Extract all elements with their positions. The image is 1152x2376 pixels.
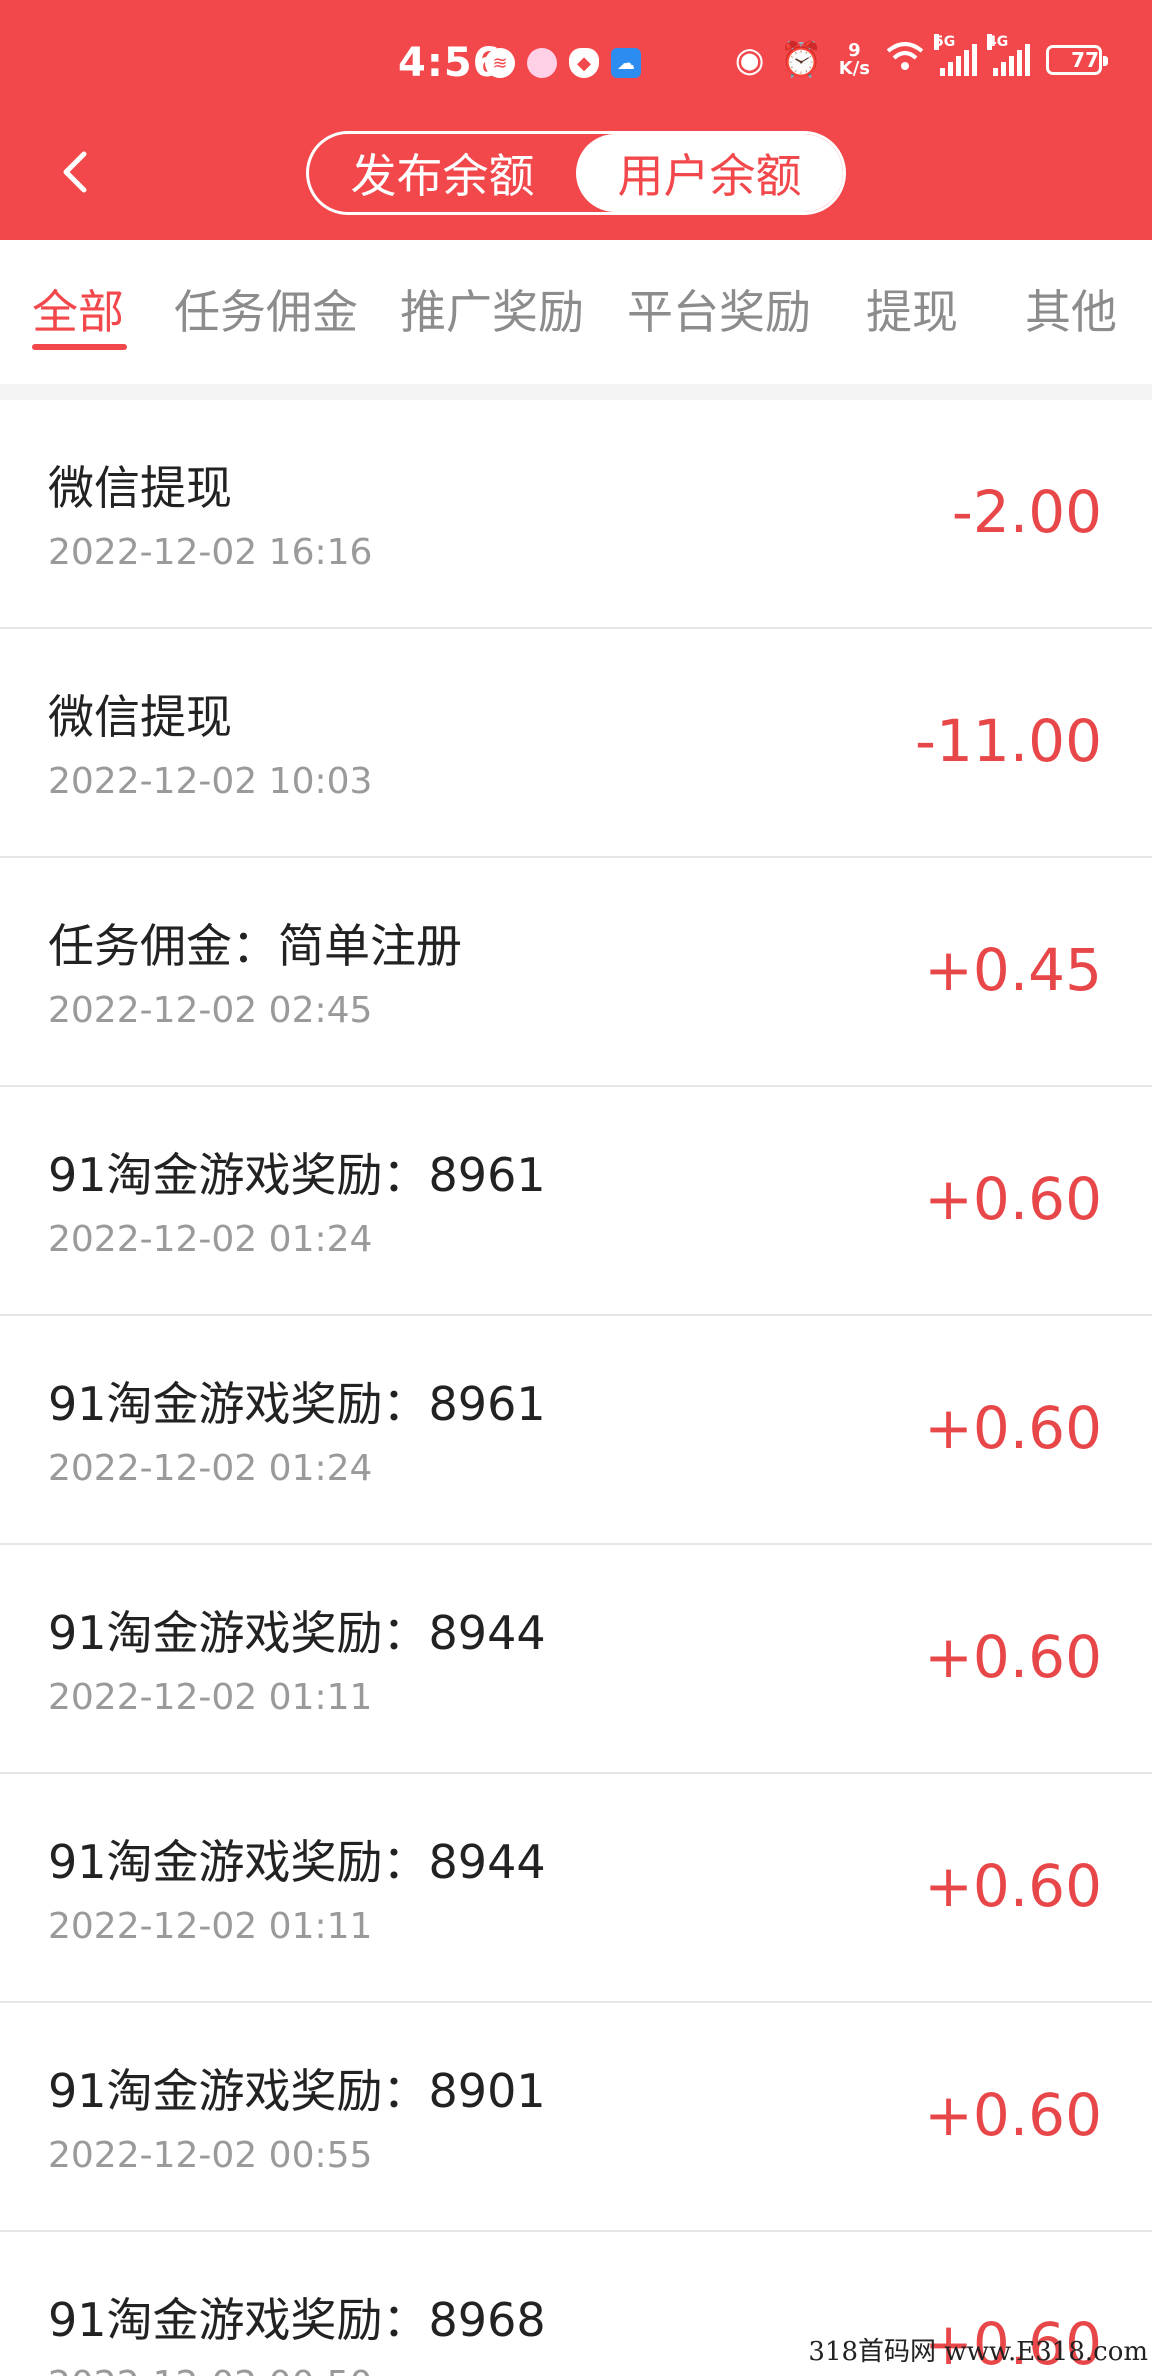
record-title: 任务佣金：简单注册 xyxy=(48,919,462,973)
category-tabs: 全部 任务佣金 推广奖励 平台奖励 提现 其他 xyxy=(0,240,1152,384)
status-indicators: ◉ ⏰ 9 K/s 5G 4G 77 xyxy=(734,34,1108,80)
network-speed-unit: K/s xyxy=(838,58,870,79)
record-title: 91淘金游戏奖励：8961 xyxy=(48,1377,546,1431)
eye-icon: ◉ xyxy=(734,40,765,80)
list-item[interactable]: 91淘金游戏奖励：8961 2022-12-02 01:24 +0.60 xyxy=(0,1087,1152,1316)
active-tab-indicator xyxy=(32,344,127,350)
network-type-5g: 5G xyxy=(934,34,956,50)
record-amount: +0.60 xyxy=(924,1852,1102,1920)
tab-withdraw[interactable]: 提现 xyxy=(866,276,958,342)
network-speed: 9 K/s xyxy=(839,42,870,78)
record-amount: +0.60 xyxy=(924,2081,1102,2149)
list-item[interactable]: 91淘金游戏奖励：8944 2022-12-02 01:11 +0.60 xyxy=(0,1545,1152,1774)
tab-all[interactable]: 全部 xyxy=(32,276,124,342)
record-title: 91淘金游戏奖励：8968 xyxy=(48,2293,546,2347)
record-amount: +0.60 xyxy=(924,1623,1102,1691)
record-amount: +0.60 xyxy=(924,1394,1102,1462)
tab-task-commission[interactable]: 任务佣金 xyxy=(174,276,358,342)
app-header: 4:56 ≋ ◆ ☁ ◉ ⏰ 9 K/s 5G 4G 77 发布余额 用户余额 xyxy=(0,0,1152,240)
voice-app-icon: ≋ xyxy=(485,48,515,78)
record-time: 2022-12-02 10:03 xyxy=(48,761,373,802)
tab-promotion-reward[interactable]: 推广奖励 xyxy=(400,276,584,342)
status-bar: 4:56 ≋ ◆ ☁ ◉ ⏰ 9 K/s 5G 4G 77 xyxy=(0,0,1152,130)
chevron-left-icon xyxy=(63,151,87,193)
record-title: 微信提现 xyxy=(48,461,232,515)
tab-platform-reward[interactable]: 平台奖励 xyxy=(627,276,811,342)
record-title: 91淘金游戏奖励：8944 xyxy=(48,1606,546,1660)
signal-5g-icon: 5G xyxy=(934,34,977,76)
record-amount: -11.00 xyxy=(915,707,1102,775)
battery-icon: 77 xyxy=(1046,45,1108,75)
list-item[interactable]: 91淘金游戏奖励：8901 2022-12-02 00:55 +0.60 xyxy=(0,2003,1152,2232)
record-time: 2022-12-02 01:11 xyxy=(48,1677,373,1718)
record-amount: -2.00 xyxy=(951,478,1102,546)
back-button[interactable] xyxy=(50,142,100,202)
weather-app-icon: ☁ xyxy=(611,48,641,78)
section-divider xyxy=(0,384,1152,400)
balance-type-switch: 发布余额 用户余额 xyxy=(306,131,846,215)
balance-record-list: 微信提现 2022-12-02 16:16 -2.00 微信提现 2022-12… xyxy=(0,400,1152,2376)
notification-icons: ≋ ◆ ☁ xyxy=(485,48,641,78)
segment-publish-balance[interactable]: 发布余额 xyxy=(309,134,576,212)
record-time: 2022-12-02 01:24 xyxy=(48,1219,373,1260)
network-type-4g: 4G xyxy=(987,34,1009,50)
list-item[interactable]: 任务佣金：简单注册 2022-12-02 02:45 +0.45 xyxy=(0,858,1152,1087)
battery-level: 77 xyxy=(1071,48,1099,72)
tab-other[interactable]: 其他 xyxy=(1025,276,1117,342)
record-time: 2022-12-02 00:55 xyxy=(48,2135,373,2176)
wifi-icon xyxy=(886,40,924,80)
record-time: 2022-12-02 01:11 xyxy=(48,1906,373,1947)
assistant-app-icon xyxy=(527,48,557,78)
segment-user-balance[interactable]: 用户余额 xyxy=(576,134,843,212)
list-item[interactable]: 微信提现 2022-12-02 10:03 -11.00 xyxy=(0,629,1152,858)
record-time: 2022-12-02 02:45 xyxy=(48,990,373,1031)
alarm-icon: ⏰ xyxy=(780,40,823,80)
record-title: 91淘金游戏奖励：8901 xyxy=(48,2064,546,2118)
list-item[interactable]: 91淘金游戏奖励：8944 2022-12-02 01:11 +0.60 xyxy=(0,1774,1152,2003)
list-item[interactable]: 91淘金游戏奖励：8961 2022-12-02 01:24 +0.60 xyxy=(0,1316,1152,1545)
record-title: 91淘金游戏奖励：8944 xyxy=(48,1835,546,1889)
record-title: 微信提现 xyxy=(48,690,232,744)
site-watermark: 318首码网 www.E318.com xyxy=(808,2337,1148,2367)
record-amount: +0.60 xyxy=(924,1165,1102,1233)
qq-icon: ◆ xyxy=(569,48,599,78)
record-time: 2022-12-02 16:16 xyxy=(48,532,373,573)
list-item[interactable]: 微信提现 2022-12-02 16:16 -2.00 xyxy=(0,400,1152,629)
record-time: 2022-12-02 00:50 xyxy=(48,2364,372,2376)
record-title: 91淘金游戏奖励：8961 xyxy=(48,1148,546,1202)
record-time: 2022-12-02 01:24 xyxy=(48,1448,373,1489)
signal-4g-icon: 4G xyxy=(987,34,1030,76)
record-amount: +0.45 xyxy=(924,936,1102,1004)
